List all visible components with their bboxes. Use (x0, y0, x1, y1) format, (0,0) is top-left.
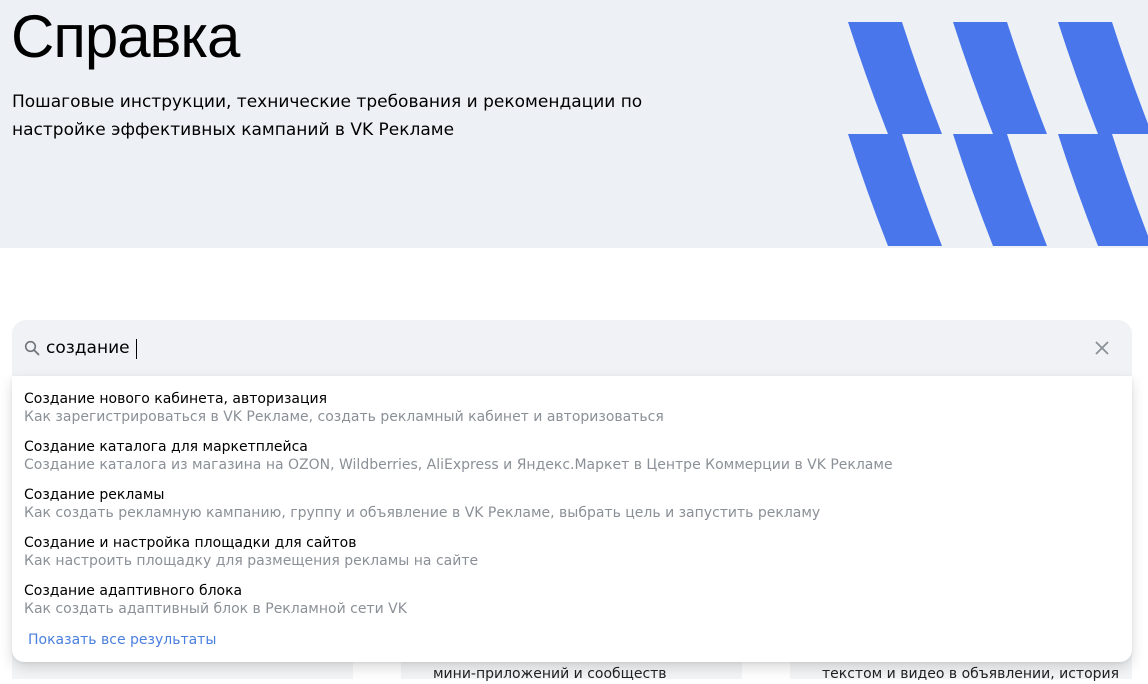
search-bar (12, 320, 1132, 376)
decorative-pattern-icon (848, 22, 1148, 246)
show-all-results-link[interactable]: Показать все результаты (28, 631, 216, 649)
result-title: Создание рекламы (24, 487, 165, 503)
search-results-dropdown: Создание нового кабинета, авторизация Ка… (12, 376, 1132, 662)
result-title: Создание нового кабинета, авторизация (24, 391, 328, 407)
search-icon (24, 340, 40, 356)
result-title: Создание и настройка площадки для сайтов (24, 535, 357, 551)
result-description: Как создать адаптивный блок в Рекламной … (24, 601, 407, 617)
search-input[interactable] (46, 334, 1046, 362)
close-icon[interactable] (1094, 340, 1110, 356)
search-result-item[interactable]: Создание нового кабинета, авторизация Ка… (12, 376, 1132, 425)
background-card-text: мини-приложений и сообществ (433, 666, 667, 682)
background-card-text: текстом и видео в объявлении, история (822, 666, 1120, 682)
search-result-item[interactable]: Создание адаптивного блока Как создать а… (12, 568, 1132, 617)
search-result-item[interactable]: Создание рекламы Как создать рекламную к… (12, 472, 1132, 521)
text-caret (136, 339, 137, 359)
search-result-item[interactable]: Создание и настройка площадки для сайтов… (12, 520, 1132, 569)
hero-banner: Справка Пошаговые инструкции, технически… (0, 0, 1148, 248)
result-title: Создание каталога для маркетплейса (24, 439, 308, 455)
result-title: Создание адаптивного блока (24, 583, 243, 599)
search-result-item[interactable]: Создание каталога для маркетплейса Созда… (12, 424, 1132, 473)
page-subtitle: Пошаговые инструкции, технические требов… (12, 92, 643, 140)
page-title: Справка (11, 3, 240, 70)
